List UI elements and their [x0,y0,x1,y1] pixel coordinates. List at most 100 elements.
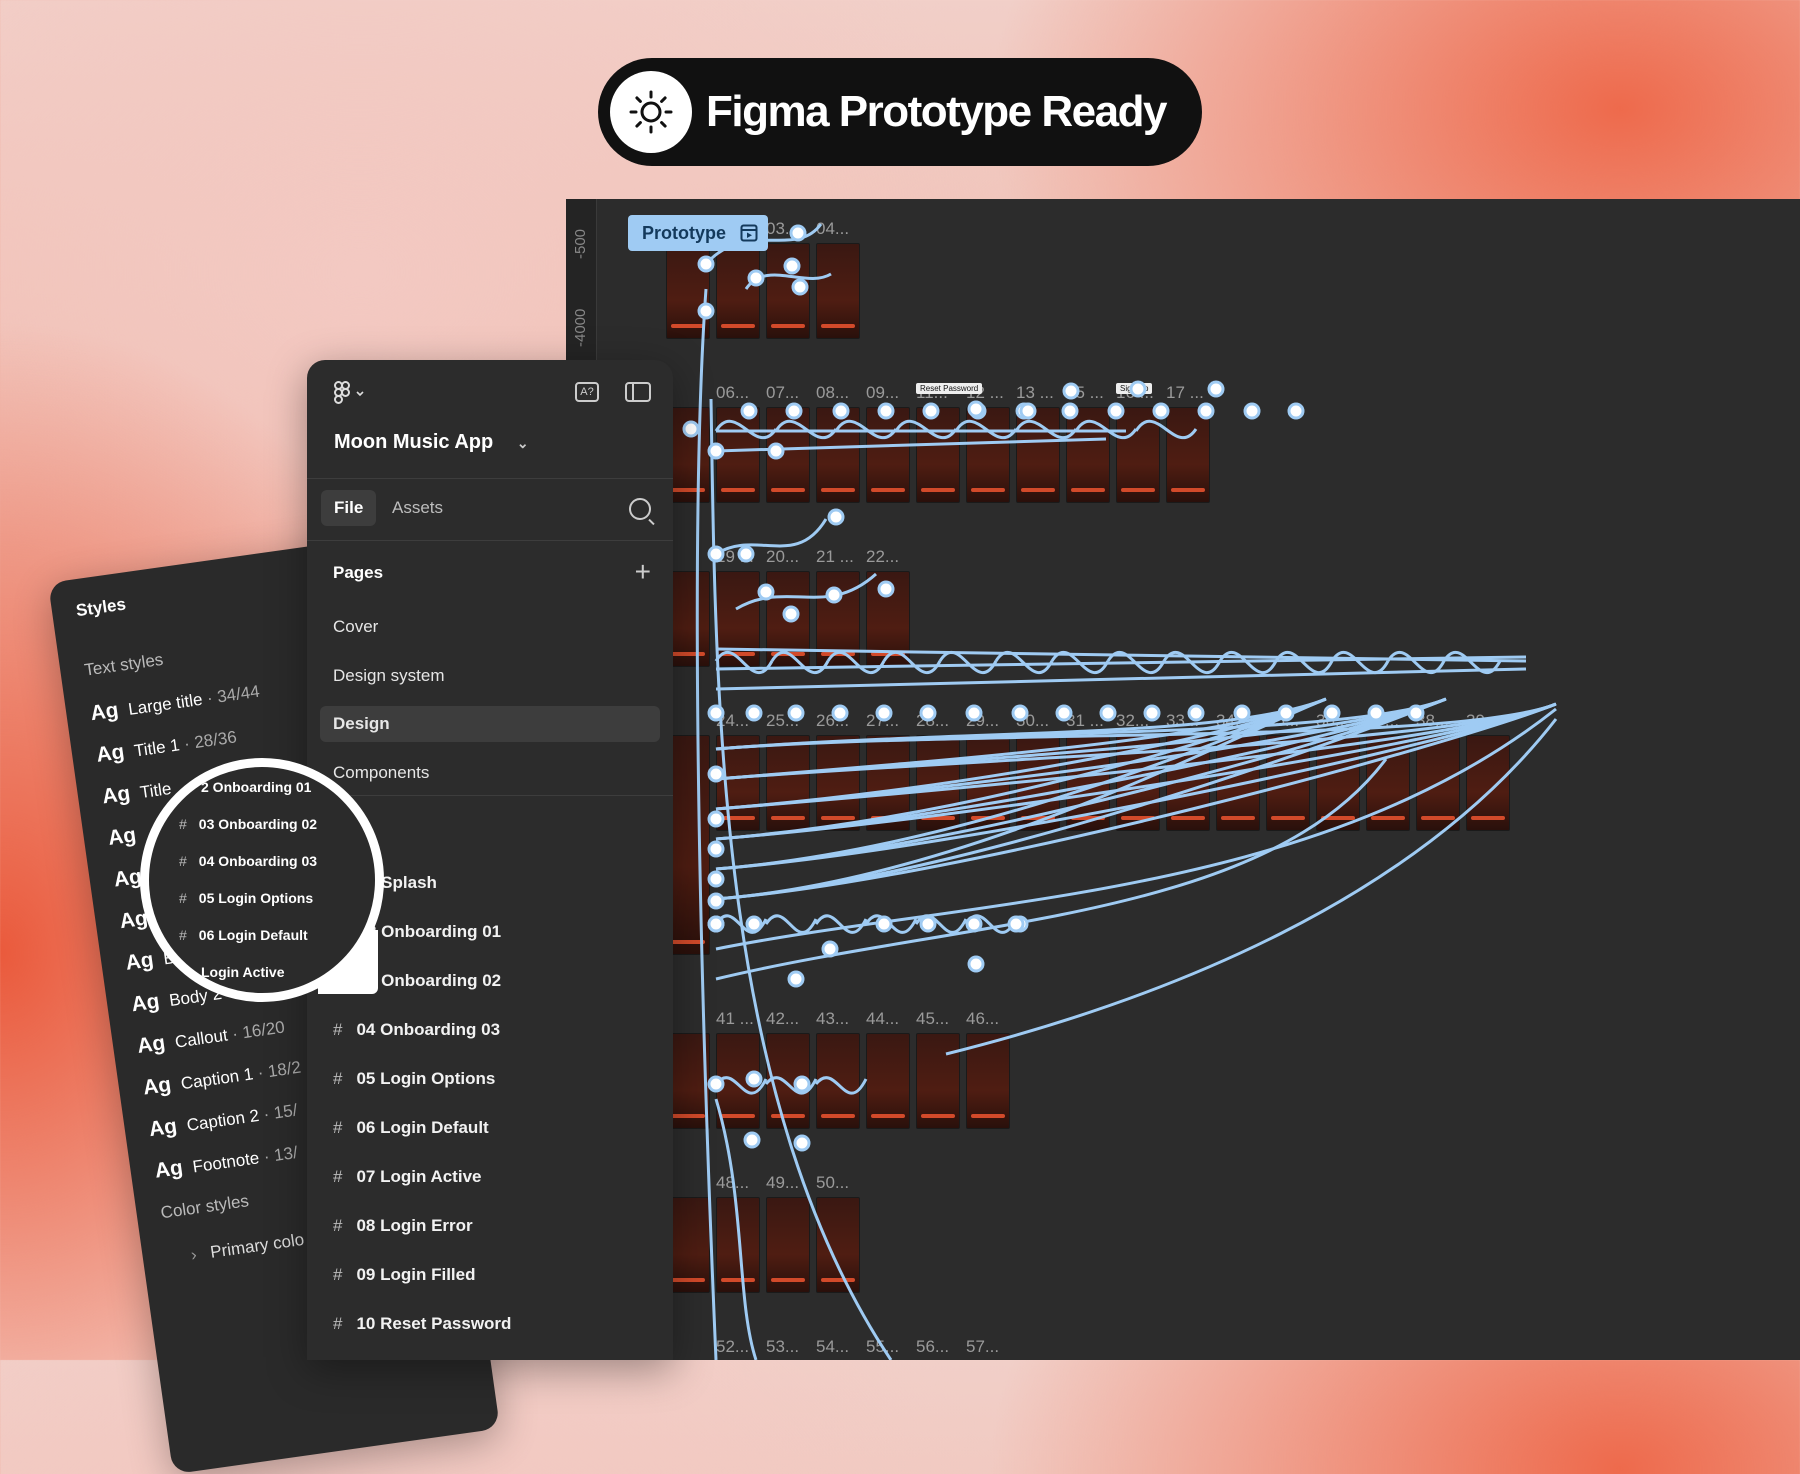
text-style-meta: · 15/ [257,1100,299,1125]
figma-canvas[interactable]: -500 -4000 01...02...03...04...06...07..… [566,199,1800,1360]
connection-node [707,545,725,563]
add-page-icon[interactable]: + [635,556,651,588]
connection-line [715,518,828,556]
layer-item[interactable]: #10 Reset Password [333,1314,511,1334]
text-style-sample: Ag [100,781,132,809]
banner-title: Figma Prototype Ready [706,87,1167,136]
connection-node [1207,380,1225,398]
text-style-item[interactable]: Ag Title 1 · 28/36 [95,724,238,767]
sidebar-toggle-icon[interactable] [625,382,651,402]
connection-line [715,655,1527,671]
text-style-item[interactable]: Ag Caption 1 · 18/2 [142,1055,303,1101]
layer-item[interactable]: #06 Login Default [333,1118,489,1138]
layer-item[interactable]: #09 Login Filled [333,1265,475,1285]
text-style-sample: Ag [89,698,120,726]
frame-icon: # [179,853,187,869]
magnified-layer-label: 06 Login Default [198,927,308,943]
connection-line [764,914,818,934]
frame-icon: # [333,1265,343,1284]
text-style-meta: · 34/44 [201,681,261,709]
connection-node [1099,704,1117,722]
text-style-sample: Ag [112,864,144,892]
text-style-item[interactable]: Ag Large title · 34/44 [89,679,261,726]
text-style-meta: · 13/ [257,1142,299,1168]
connection-node [737,545,755,563]
text-replace-icon[interactable]: A? [575,382,599,402]
connection-line [938,651,998,675]
text-style-item[interactable]: Ag Footnote · 13/ [153,1140,299,1184]
connection-line [1134,419,1198,439]
connection-node [1243,402,1261,420]
connection-node [740,402,758,420]
connection-node [877,402,895,420]
connection-node [922,402,940,420]
file-name[interactable]: Moon Music App ⌄ [334,431,529,454]
connection-node [787,970,805,988]
connection-line [954,419,1018,439]
frame-icon: # [333,1216,343,1235]
figma-logo-icon[interactable] [333,380,369,414]
connection-node [821,940,839,958]
magnified-layer-item: #03 Onboarding 02 [179,816,317,832]
prototype-connections [682,223,1558,1360]
text-style-item[interactable]: Ag Callout · 16/20 [136,1015,286,1059]
text-style-item[interactable]: Ag Title [101,776,173,809]
frame-icon: # [179,816,187,832]
connection-node [1152,402,1170,420]
page-item-design-system[interactable]: Design system [333,666,444,686]
text-style-name: Caption 1 [179,1064,255,1094]
connection-node [745,1070,763,1088]
page-item-design[interactable]: Design [333,714,390,734]
text-style-sample: Ag [153,1156,185,1183]
connection-line [1274,651,1334,675]
text-style-meta: · 18/2 [251,1057,303,1084]
tab-assets[interactable]: Assets [379,490,456,526]
frame-icon: # [333,1314,343,1333]
connection-node [783,257,801,275]
connection-node [1143,704,1161,722]
magnified-layer-label: 04 Onboarding 03 [198,853,318,869]
connection-node [831,704,849,722]
connection-node [1011,704,1029,722]
connection-line [770,651,830,675]
layer-label: 10 Reset Password [356,1314,512,1333]
connection-node [875,704,893,722]
text-style-sample: Ag [106,823,138,851]
connection-node [1367,704,1385,722]
connection-line [894,419,958,439]
text-style-name: Caption 2 [185,1105,261,1135]
tab-file[interactable]: File [321,490,377,526]
color-style-label: Primary colo [209,1229,306,1262]
layer-item[interactable]: #08 Login Error [333,1216,473,1236]
connection-node [707,810,725,828]
frame-icon: # [333,1118,343,1137]
layer-item[interactable]: #04 Onboarding 03 [333,1020,500,1040]
connection-node [707,442,725,460]
connection-node [707,840,725,858]
layer-item[interactable]: #07 Login Active [333,1167,481,1187]
layer-label: 2 Onboarding 01 [367,922,502,941]
connection-node [1197,402,1215,420]
text-style-item[interactable]: Ag Caption 2 · 15/ [147,1098,298,1143]
connection-node [965,704,983,722]
search-icon[interactable] [629,498,651,520]
color-style-item[interactable]: › Primary colo [190,1230,306,1266]
prototype-chip[interactable]: Prototype [628,215,768,251]
frame-icon: # [333,1167,343,1186]
layer-label: 08 Login Error [356,1216,473,1235]
text-style-sample: Ag [94,740,126,767]
connection-node [875,915,893,933]
magnified-layer-item: #06 Login Default [179,927,308,943]
layer-item[interactable]: #05 Login Options [333,1069,495,1089]
page-item-components[interactable]: Components [333,763,429,783]
connection-node [1007,915,1025,933]
connection-node [965,915,983,933]
page-item-cover[interactable]: Cover [333,617,378,637]
connection-line [1330,651,1390,675]
magnified-layer-label: 03 Onboarding 02 [198,816,318,832]
text-style-sample: Ag [124,948,156,975]
text-style-item[interactable]: Ag [107,822,148,851]
connection-node [785,402,803,420]
connection-node [745,704,763,722]
connection-node [1061,402,1079,420]
